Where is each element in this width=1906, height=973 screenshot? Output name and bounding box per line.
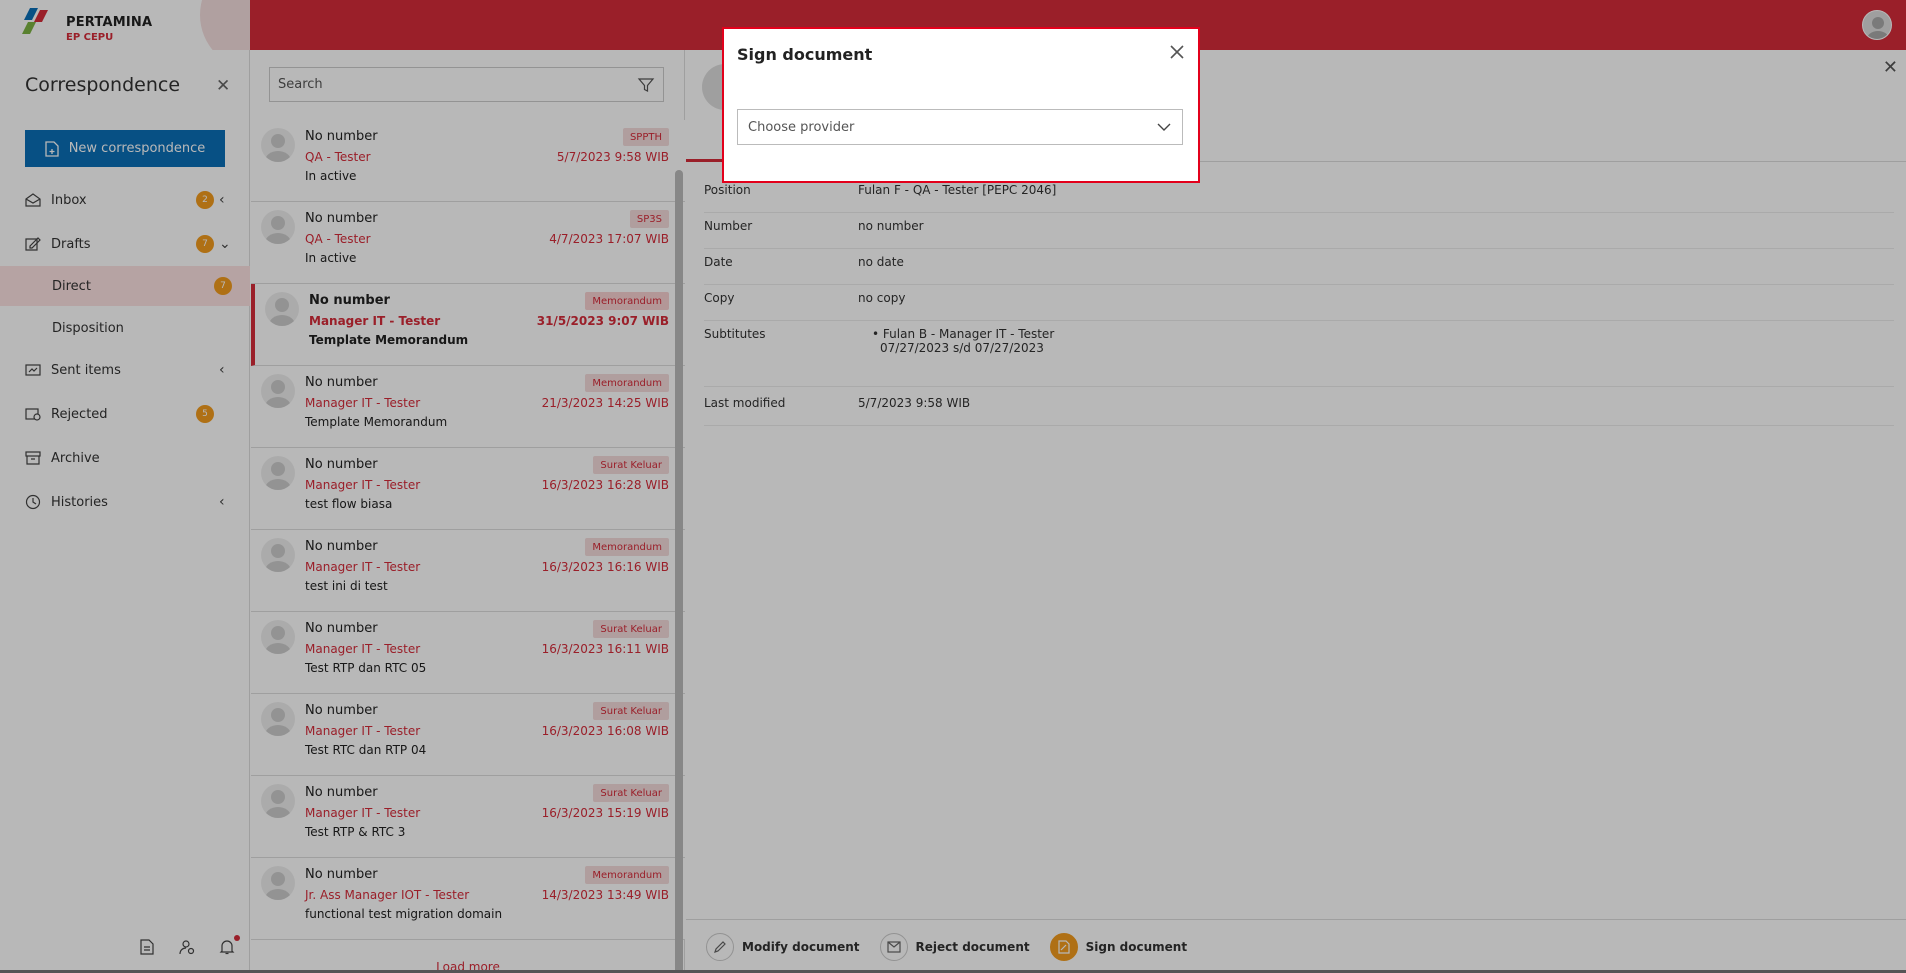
- chevron-down-icon: [1157, 123, 1171, 131]
- close-icon[interactable]: [1168, 43, 1186, 61]
- sign-document-dialog: Sign document Choose provider: [722, 27, 1200, 183]
- provider-select-placeholder: Choose provider: [748, 119, 855, 135]
- provider-select[interactable]: Choose provider: [737, 109, 1183, 145]
- dialog-title: Sign document: [737, 45, 873, 64]
